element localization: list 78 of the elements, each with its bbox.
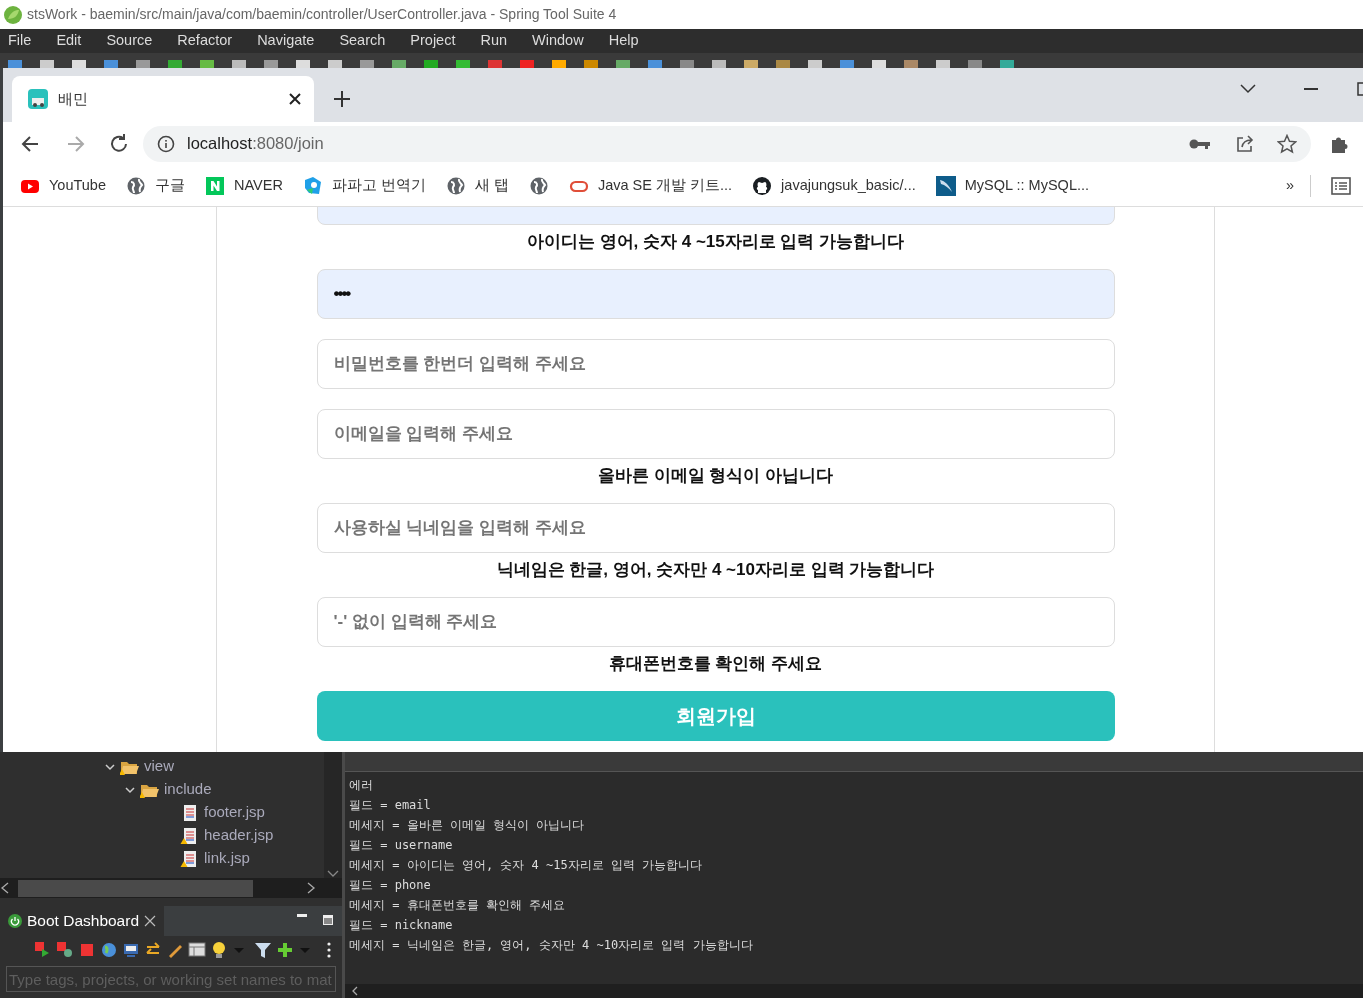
debug-icon[interactable] bbox=[56, 941, 74, 959]
console-line: 메세지 = 닉네임은 한글, 영어, 숫자만 4 ~10자리로 입력 가능합니다 bbox=[349, 937, 754, 954]
globe-icon[interactable] bbox=[528, 175, 549, 196]
error-message: 닉네임은 한글, 영어, 숫자만 4 ~10자리로 입력 가능합니다 bbox=[495, 559, 936, 582]
address-bar[interactable]: localhost:8080/join bbox=[143, 125, 1311, 162]
console-line: 메세지 = 휴대폰번호를 확인해 주세요 bbox=[349, 897, 567, 914]
bookmark[interactable]: 새 탭 bbox=[445, 174, 509, 197]
bookmark[interactable]: 구글 bbox=[126, 174, 185, 197]
menu-item[interactable]: Help bbox=[608, 30, 639, 52]
browser-tab[interactable]: 배민 bbox=[12, 76, 314, 122]
menu-item[interactable]: Source bbox=[106, 30, 153, 52]
more-bookmarks-button[interactable]: » bbox=[1285, 174, 1294, 197]
maximize-icon[interactable] bbox=[322, 914, 334, 926]
error-message: 아이디는 영어, 숫자 4 ~15자리로 입력 가능합니다 bbox=[525, 231, 906, 253]
scroll-left-icon[interactable] bbox=[351, 986, 359, 996]
tree-item[interactable]: header.jsp bbox=[204, 824, 274, 847]
chevron-down-icon[interactable] bbox=[1240, 84, 1256, 94]
bulb-icon[interactable] bbox=[210, 941, 228, 959]
leaf-icon bbox=[3, 4, 23, 25]
menu-item[interactable]: File bbox=[8, 30, 32, 52]
bookmark[interactable]: Java SE 개발 키트... bbox=[568, 174, 733, 197]
globe-icon bbox=[126, 175, 146, 196]
bookmark[interactable]: MySQL :: MySQL... bbox=[935, 174, 1090, 197]
input-field[interactable]: •••• bbox=[316, 269, 1115, 320]
url-text: localhost:8080/join bbox=[187, 133, 324, 155]
menu-item[interactable]: Window bbox=[532, 30, 584, 52]
share-icon[interactable] bbox=[1235, 134, 1255, 153]
menu-item[interactable]: Navigate bbox=[257, 30, 315, 52]
cat-logo-icon bbox=[752, 175, 773, 196]
bookmark[interactable]: YouTube bbox=[20, 174, 106, 197]
filter-icon[interactable] bbox=[254, 941, 272, 959]
n-logo-icon bbox=[205, 175, 225, 196]
stop-icon[interactable] bbox=[78, 941, 96, 959]
tree-item[interactable]: view bbox=[144, 755, 174, 778]
info-icon bbox=[157, 134, 175, 153]
scroll-right-icon[interactable] bbox=[306, 882, 316, 894]
input-field[interactable]: 사용하실 닉네임을 입력해 주세요 bbox=[316, 503, 1115, 554]
bookmark[interactable]: NAVER bbox=[205, 174, 283, 197]
scroll-left-icon[interactable] bbox=[0, 882, 10, 894]
bookmark[interactable]: javajungsuk_basic/... bbox=[752, 174, 916, 197]
console-line: 필드 = email bbox=[349, 797, 432, 814]
window-title: stsWork - baemin/src/main/java/com/baemin/controller/UserController.java - Spring Tool Suite 4 bbox=[27, 5, 617, 24]
error-message: 휴대폰번호를 확인해 주세요 bbox=[607, 653, 824, 676]
close-icon[interactable] bbox=[288, 92, 302, 106]
menu-item[interactable]: Search bbox=[339, 30, 386, 52]
menu-item[interactable]: Refactor bbox=[177, 30, 233, 52]
console-line: 필드 = username bbox=[349, 837, 454, 854]
error-message: 올바른 이메일 형식이 아닙니다 bbox=[596, 465, 835, 488]
input-field[interactable]: 비밀번호를 한번더 입력해 주세요 bbox=[316, 339, 1115, 390]
console-line: 필드 = phone bbox=[349, 877, 432, 894]
tree-item[interactable]: footer.jsp bbox=[204, 801, 265, 824]
monitor-icon[interactable] bbox=[122, 941, 140, 959]
input-field[interactable]: 이메일을 입력해 주세요 bbox=[316, 409, 1115, 460]
tree-item[interactable]: include bbox=[164, 778, 212, 801]
bookmark[interactable]: 파파고 번역기 bbox=[302, 174, 426, 197]
tree-item[interactable]: link.jsp bbox=[204, 847, 250, 870]
console-line: 메세지 = 올바른 이메일 형식이 아닙니다 bbox=[349, 817, 586, 834]
console-line: 에러 bbox=[349, 777, 374, 794]
menu-item[interactable]: Run bbox=[480, 30, 508, 52]
reading-list-icon[interactable] bbox=[1331, 176, 1351, 195]
view-tab[interactable]: Boot Dashboard bbox=[0, 906, 165, 936]
menu-item[interactable]: Edit bbox=[56, 30, 82, 52]
menu-item[interactable]: Project bbox=[410, 30, 456, 52]
power-icon bbox=[8, 914, 22, 928]
console-line: 메세지 = 아이디는 영어, 숫자 4 ~15자리로 입력 가능합니다 bbox=[349, 857, 704, 874]
input-field[interactable]: '-' 없이 입력해 주세요 bbox=[316, 597, 1115, 648]
globe-icon bbox=[445, 175, 466, 196]
favicon-icon bbox=[28, 89, 48, 109]
close-icon[interactable] bbox=[144, 915, 157, 927]
scrollbar-thumb[interactable] bbox=[18, 879, 253, 897]
plus-icon[interactable] bbox=[276, 941, 294, 959]
console-line: 필드 = nickname bbox=[349, 917, 454, 934]
maximize-icon[interactable] bbox=[1357, 82, 1363, 96]
new-tab-icon[interactable] bbox=[333, 90, 351, 108]
table-icon[interactable] bbox=[188, 941, 206, 959]
globe-icon[interactable] bbox=[100, 941, 118, 959]
star-icon[interactable] bbox=[1277, 133, 1297, 154]
scroll-down-icon[interactable] bbox=[327, 870, 339, 878]
